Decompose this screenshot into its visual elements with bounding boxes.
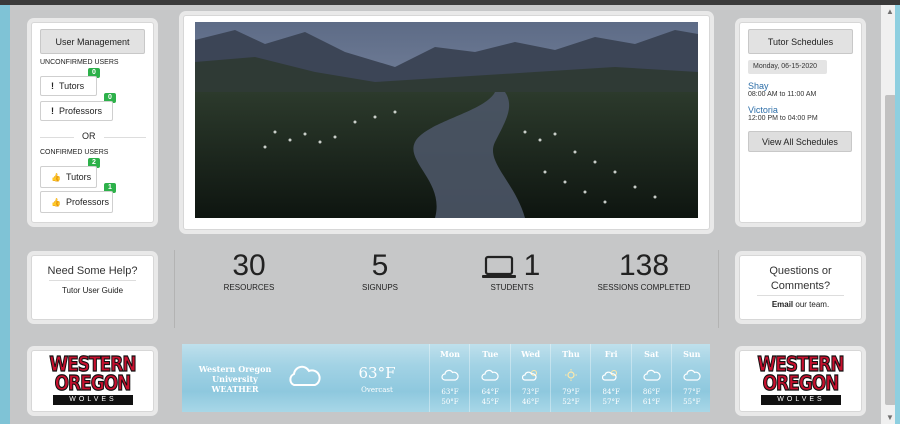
exclamation-icon: !: [51, 106, 54, 116]
weather-title-line1: Western Oregon: [198, 364, 272, 374]
view-all-schedules-button[interactable]: View All Schedules: [748, 131, 852, 152]
cloud-icon: [481, 366, 499, 385]
forecast-low: 45°F: [481, 398, 499, 406]
questions-divider: [757, 295, 844, 296]
forecast-high: 79°F: [562, 388, 580, 396]
thumbs-up-icon: 👍: [51, 172, 61, 182]
window-edge: [895, 5, 900, 424]
forecast-low: 57°F: [602, 398, 620, 406]
help-divider: [49, 280, 136, 281]
email-rest: our team.: [793, 300, 830, 309]
stats-divider-right: [718, 250, 719, 328]
forecast-low: 46°F: [521, 398, 540, 406]
resources-count: 30: [232, 249, 266, 282]
thumbs-up-icon: 👍: [51, 197, 61, 207]
exclamation-icon: !: [51, 81, 54, 91]
signups-count: 5: [371, 249, 389, 282]
schedule-date: Monday, 06-15-2020: [748, 60, 827, 74]
weather-title-line2: University: [212, 374, 258, 384]
unconfirmed-users-label: UNCONFIRMED USERS: [40, 59, 119, 66]
user-management-button[interactable]: User Management: [40, 29, 145, 54]
sessions-count: 138: [618, 249, 670, 282]
forecast-high: 64°F: [481, 388, 499, 396]
students-label: STUDENTS: [490, 283, 534, 292]
email-bold: Email: [771, 300, 794, 309]
forecast-day-wed: Wed 73°F 46°F: [509, 344, 550, 412]
forecast-high: 84°F: [602, 388, 620, 396]
schedule-time-shay: 08:00 AM to 11:00 AM: [748, 91, 817, 98]
forecast-day-name: Tue: [482, 349, 499, 359]
partly-cloudy-icon: [602, 366, 620, 385]
stats-divider-left: [174, 250, 175, 328]
forecast-day-thu: Thu 79°F 52°F: [549, 344, 590, 412]
forecast-low: 55°F: [683, 398, 701, 406]
schedule-time-victoria: 12:00 PM to 04:00 PM: [748, 115, 818, 122]
current-condition: Overcast: [361, 386, 393, 394]
tutors-label: Tutors: [65, 172, 92, 182]
questions-title-line2: Comments?: [770, 280, 831, 292]
scroll-down-icon[interactable]: ▼: [886, 413, 894, 422]
current-cloud-icon: [286, 364, 322, 393]
forecast-day-fri: Fri 84°F 57°F: [590, 344, 630, 412]
forecast-high: 77°F: [683, 388, 701, 396]
tutors-label: Tutors: [59, 81, 85, 91]
forecast-low: 52°F: [562, 398, 580, 406]
partly-cloudy-icon: [521, 366, 540, 385]
confirmed-users-label: CONFIRMED USERS: [40, 149, 109, 156]
unconfirmed-tutors-button[interactable]: ! Tutors: [40, 76, 97, 96]
email-link[interactable]: Email our team.: [739, 300, 862, 309]
forecast-day-name: Fri: [604, 349, 618, 359]
tutor-user-guide-link[interactable]: Tutor User Guide: [31, 286, 154, 295]
resources-label: RESOURCES: [223, 283, 275, 292]
forecast-day-mon: Mon 63°F 50°F: [429, 344, 469, 412]
current-temp: 63°F: [358, 364, 396, 382]
western-oregon-logo-left: WESTERN OREGON WOLVES: [49, 352, 137, 405]
cloud-icon: [642, 366, 661, 385]
help-title: Need Some Help?: [47, 265, 138, 277]
or-divider-left: [40, 137, 74, 138]
or-label: OR: [82, 131, 96, 141]
forecast-day-tue: Tue 64°F 45°F: [469, 344, 509, 412]
tutor-schedules-button[interactable]: Tutor Schedules: [748, 29, 853, 54]
forecast-day-name: Sat: [644, 349, 659, 359]
forecast-low: 50°F: [441, 398, 459, 406]
forecast-day-sat: Sat 86°F 61°F: [630, 344, 671, 412]
landscape-photo: [195, 22, 698, 218]
sun-icon: [562, 366, 580, 385]
forecast-day-name: Thu: [562, 349, 580, 359]
forecast-high: 73°F: [521, 388, 540, 396]
sessions-label: SESSIONS COMPLETED: [597, 283, 691, 292]
professors-label: Professors: [59, 106, 103, 116]
cloud-icon: [683, 366, 701, 385]
unconfirmed-professors-button[interactable]: ! Professors: [40, 101, 113, 121]
confirmed-professors-button[interactable]: 👍 Professors: [40, 191, 113, 213]
signups-label: SIGNUPS: [361, 283, 398, 292]
forecast-high: 86°F: [642, 388, 661, 396]
forecast-day-name: Sun: [683, 349, 701, 359]
forecast-high: 63°F: [441, 388, 459, 396]
forecast-day-name: Wed: [521, 349, 541, 359]
questions-title-line1: Questions or: [769, 265, 832, 277]
laptop-icon: [481, 255, 517, 279]
students-count: 1: [523, 249, 541, 282]
confirmed-tutors-button[interactable]: 👍 Tutors: [40, 166, 97, 188]
western-oregon-logo-right: WESTERN OREGON WOLVES: [757, 352, 845, 405]
forecast-day-sun: Sun 77°F 55°F: [670, 344, 710, 412]
scroll-up-icon[interactable]: ▲: [886, 7, 894, 16]
schedule-name-shay[interactable]: Shay: [748, 81, 769, 91]
professors-label: Professors: [65, 197, 109, 207]
schedule-name-victoria[interactable]: Victoria: [748, 105, 778, 115]
weather-title-line3: WEATHER: [211, 384, 259, 394]
cloud-icon: [441, 366, 459, 385]
forecast-low: 61°F: [642, 398, 661, 406]
or-divider-right: [104, 137, 146, 138]
forecast-day-name: Mon: [439, 349, 460, 359]
weather-widget[interactable]: Western Oregon University WEATHER 63°F O…: [182, 344, 710, 412]
